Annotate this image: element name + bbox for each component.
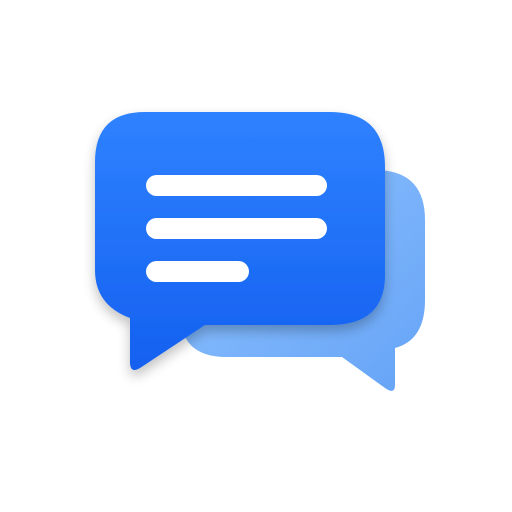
text-line-2 — [146, 218, 327, 239]
chat-bubbles-icon — [0, 0, 512, 512]
text-line-1 — [146, 175, 327, 196]
chat-bubbles-svg — [95, 112, 425, 391]
app-icon-canvas — [0, 0, 512, 512]
text-line-3 — [146, 261, 249, 282]
